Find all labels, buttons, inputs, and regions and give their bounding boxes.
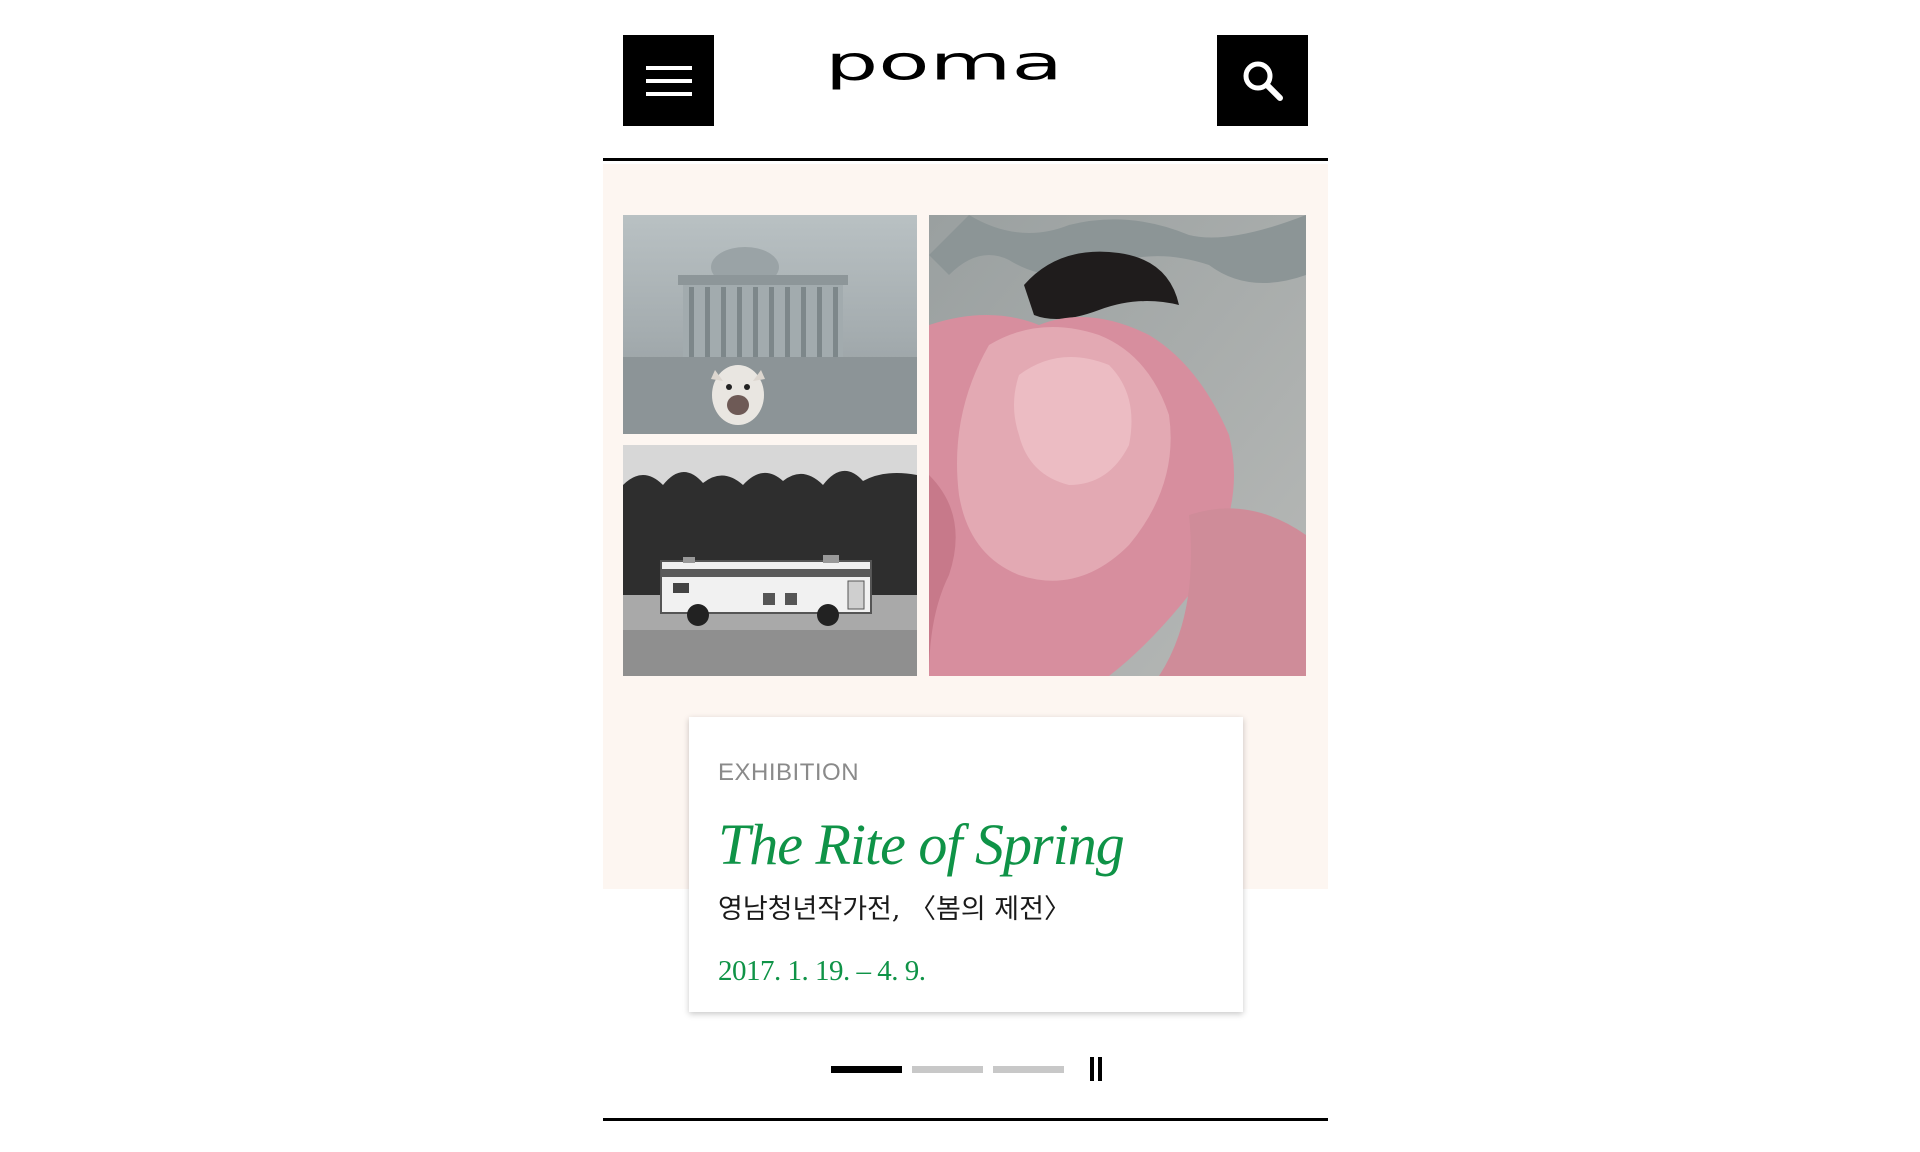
search-button[interactable] xyxy=(1217,35,1308,126)
site-header: poma xyxy=(603,0,1328,161)
search-icon xyxy=(1243,61,1283,101)
divider xyxy=(603,1118,1328,1121)
poma-logo[interactable]: poma xyxy=(823,36,1068,114)
slide-pager xyxy=(831,1054,1111,1084)
category-label: EXHIBITION xyxy=(718,759,860,786)
pink-figure-painting[interactable] xyxy=(929,215,1306,676)
slide-indicator-2[interactable] xyxy=(912,1066,983,1073)
exhibition-title[interactable]: The Rite of Spring xyxy=(718,815,1214,875)
white-bus-artwork[interactable] xyxy=(623,445,917,676)
hamburger-icon-line xyxy=(645,91,692,96)
mobile-page: poma EXHIBITION The Rite of Spring 영남청년작… xyxy=(603,0,1328,1152)
exhibition-subtitle: 영남청년작가전, 〈봄의 제전〉 xyxy=(718,894,1071,925)
pause-icon[interactable] xyxy=(1088,1055,1104,1083)
slide-indicator-3[interactable] xyxy=(993,1066,1064,1073)
exhibition-card[interactable]: EXHIBITION The Rite of Spring 영남청년작가전, 〈… xyxy=(689,717,1243,1012)
exhibition-date: 2017. 1. 19. – 4. 9. xyxy=(718,955,926,987)
menu-button[interactable] xyxy=(623,35,714,126)
hamburger-icon-line xyxy=(645,65,692,70)
hamburger-icon-line xyxy=(645,78,692,83)
logo-text: poma xyxy=(825,48,1063,91)
slide-indicator-1[interactable] xyxy=(831,1066,902,1073)
national-assembly-bulldog-artwork[interactable] xyxy=(623,215,917,434)
